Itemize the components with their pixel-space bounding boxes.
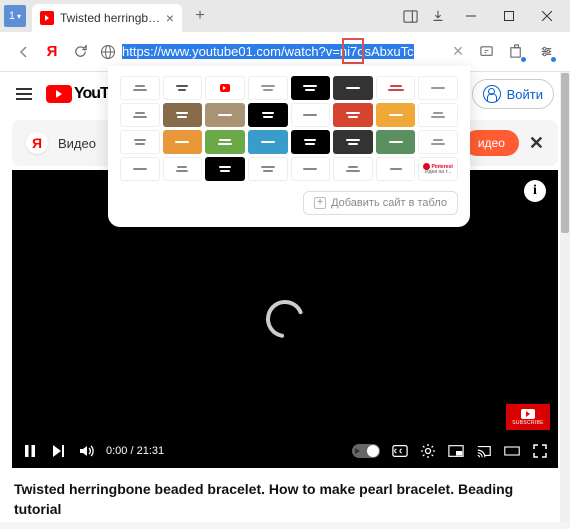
- menu-icon[interactable]: [16, 88, 32, 100]
- video-controls: 0:00 / 21:31: [12, 434, 558, 468]
- clear-url-icon[interactable]: ×: [444, 38, 472, 66]
- pause-button[interactable]: [22, 443, 38, 459]
- login-label: Войти: [507, 87, 543, 102]
- yandex-home-icon[interactable]: Я: [38, 38, 66, 66]
- speed-dial-tile[interactable]: [333, 157, 373, 181]
- close-tab-icon[interactable]: ×: [166, 10, 174, 26]
- add-site-row: + Добавить сайт в табло: [120, 191, 458, 215]
- miniplayer-icon[interactable]: [448, 443, 464, 459]
- speed-dial-tile[interactable]: [120, 103, 160, 127]
- settings-icon[interactable]: [532, 38, 560, 66]
- subscribe-watermark[interactable]: SUBSCRIBE: [506, 404, 550, 430]
- speed-dial-tile[interactable]: [248, 103, 288, 127]
- yandex-icon: Я: [26, 132, 48, 154]
- speed-dial-tile[interactable]: [248, 130, 288, 154]
- speed-dial-tile[interactable]: [418, 76, 458, 100]
- speed-dial-grid: PinterestИдеи на т...: [120, 76, 458, 181]
- notice-action-button[interactable]: идео: [464, 130, 519, 156]
- minimize-button[interactable]: [452, 2, 490, 30]
- speed-dial-tile[interactable]: [291, 103, 331, 127]
- youtube-favicon: [40, 11, 54, 25]
- speed-dial-tile[interactable]: [333, 76, 373, 100]
- theater-icon[interactable]: [504, 443, 520, 459]
- extensions-icon[interactable]: [502, 38, 530, 66]
- speed-dial-tile[interactable]: [333, 130, 373, 154]
- scrollbar[interactable]: [560, 72, 570, 522]
- video-title: Twisted herringbone beaded bracelet. How…: [0, 470, 570, 529]
- speed-dial-tile[interactable]: [376, 130, 416, 154]
- settings-gear-icon[interactable]: [420, 443, 436, 459]
- fullscreen-icon[interactable]: [532, 443, 548, 459]
- speed-dial-tile[interactable]: [205, 103, 245, 127]
- plus-icon: +: [314, 197, 326, 209]
- add-site-button[interactable]: + Добавить сайт в табло: [303, 191, 458, 215]
- url-input[interactable]: https://www.youtube01.com/watch?v=ni7osA…: [94, 38, 444, 66]
- annotation-highlight: [342, 38, 364, 64]
- speed-dial-tile[interactable]: [291, 130, 331, 154]
- feedback-icon[interactable]: [472, 38, 500, 66]
- speed-dial-tile[interactable]: [248, 157, 288, 181]
- user-icon: [483, 85, 501, 103]
- speed-dial-tile[interactable]: [291, 157, 331, 181]
- titlebar: 1 ▾ Twisted herringbone be × +: [0, 0, 570, 32]
- speed-dial-tile[interactable]: [120, 157, 160, 181]
- maximize-button[interactable]: [490, 2, 528, 30]
- back-button[interactable]: [10, 38, 38, 66]
- speed-dial-tile[interactable]: [205, 157, 245, 181]
- youtube-logo-icon: [46, 85, 72, 103]
- subscribe-text: SUBSCRIBE: [512, 420, 544, 426]
- speed-dial-tile[interactable]: [120, 130, 160, 154]
- speed-dial-tile[interactable]: [163, 103, 203, 127]
- speed-dial-tile[interactable]: [376, 157, 416, 181]
- speed-dial-tile[interactable]: PinterestИдеи на т...: [418, 157, 458, 181]
- speed-dial-tile[interactable]: [376, 103, 416, 127]
- speed-dial-tile[interactable]: [291, 76, 331, 100]
- notice-close-icon[interactable]: ✕: [529, 133, 544, 154]
- youtube-play-icon: [521, 409, 535, 419]
- cast-icon[interactable]: [476, 443, 492, 459]
- volume-icon[interactable]: [78, 443, 94, 459]
- speed-dial-tile[interactable]: [205, 76, 245, 100]
- info-icon[interactable]: i: [524, 180, 546, 202]
- speed-dial-tile[interactable]: [163, 76, 203, 100]
- speed-dial-tile[interactable]: [120, 76, 160, 100]
- login-button[interactable]: Войти: [472, 79, 554, 109]
- add-site-label: Добавить сайт в табло: [331, 197, 447, 209]
- time-display: 0:00 / 21:31: [106, 445, 164, 457]
- speed-dial-tile[interactable]: [376, 76, 416, 100]
- speed-dial-tile[interactable]: [163, 157, 203, 181]
- loading-spinner-icon: [263, 297, 307, 341]
- tab-count-badge[interactable]: 1 ▾: [4, 5, 26, 27]
- speed-dial-tile[interactable]: [248, 76, 288, 100]
- tab-title: Twisted herringbone be: [60, 11, 162, 25]
- next-button[interactable]: [50, 443, 66, 459]
- speed-dial-tile[interactable]: [163, 130, 203, 154]
- browser-tab[interactable]: Twisted herringbone be ×: [32, 4, 182, 32]
- globe-icon: [100, 44, 116, 60]
- captions-icon[interactable]: [392, 443, 408, 459]
- downloads-icon[interactable]: [424, 2, 452, 30]
- speed-dial-tile[interactable]: [333, 103, 373, 127]
- window-controls: [452, 2, 566, 30]
- tab-count-number: 1: [9, 10, 15, 22]
- close-window-button[interactable]: [528, 2, 566, 30]
- speed-dial-tile[interactable]: [205, 130, 245, 154]
- reload-button[interactable]: [66, 38, 94, 66]
- new-tab-button[interactable]: +: [188, 4, 212, 28]
- speed-dial-tile[interactable]: [418, 130, 458, 154]
- scrollbar-thumb[interactable]: [561, 73, 569, 233]
- speed-dial-tile[interactable]: [418, 103, 458, 127]
- url-text: https://www.youtube01.com/watch?v=ni7osA…: [122, 44, 414, 59]
- speed-dial-dropdown: PinterestИдеи на т... + Добавить сайт в …: [108, 66, 470, 227]
- sidebar-toggle-icon[interactable]: [396, 2, 424, 30]
- chevron-down-icon: ▾: [17, 12, 21, 21]
- autoplay-toggle[interactable]: [352, 444, 380, 458]
